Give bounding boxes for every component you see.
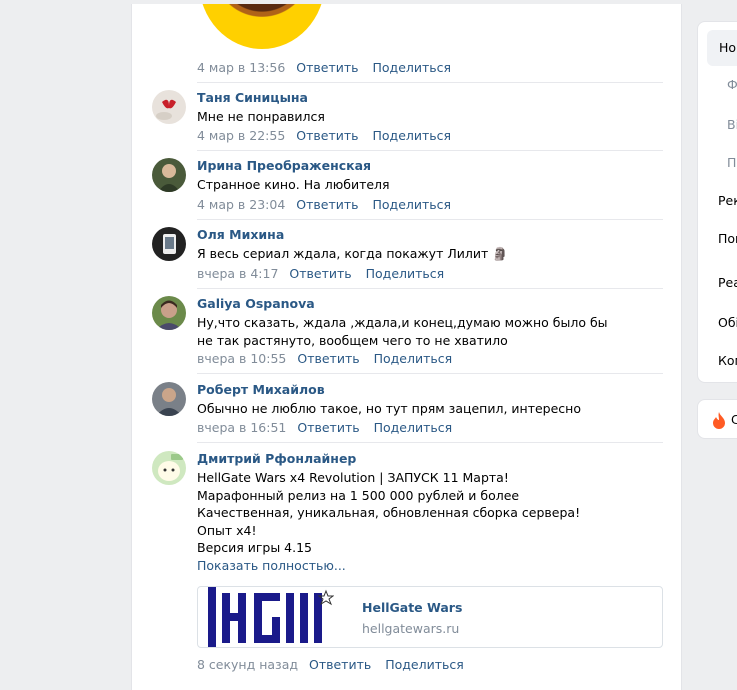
right-nav-item[interactable]: Пог bbox=[698, 228, 737, 248]
comment-text: Я весь сериал ждала, когда покажут Лилит… bbox=[197, 246, 508, 261]
avatar[interactable] bbox=[152, 382, 186, 416]
avatar[interactable] bbox=[152, 296, 186, 330]
reply-link[interactable]: Ответить bbox=[296, 60, 358, 75]
comment-meta: вчера в 4:17 Ответить Поделиться bbox=[197, 266, 444, 281]
comment-meta: 4 мар в 23:04 Ответить Поделиться bbox=[197, 197, 451, 212]
right-nav-label: Ві bbox=[727, 117, 737, 132]
show-more-link[interactable]: Показать полностью... bbox=[197, 557, 627, 575]
reply-link[interactable]: Ответить bbox=[297, 420, 359, 435]
comment-text: Ну,что сказать, ждала ,ждала,и конец,дум… bbox=[197, 315, 608, 348]
comment-date: 8 секунд назад bbox=[197, 657, 299, 672]
right-nav-panel: Ноі Ф Ві П Рек Пог Реа Обі Ком bbox=[697, 21, 737, 383]
right-nav-label: Ф bbox=[727, 77, 737, 92]
link-preview-card[interactable]: HellGate Wars hellgatewars.ru bbox=[197, 586, 663, 648]
card-title[interactable]: HellGate Wars bbox=[362, 600, 462, 615]
comment-line: Качественная, уникальная, обновленная сб… bbox=[197, 505, 581, 520]
share-link[interactable]: Поделиться bbox=[374, 420, 453, 435]
comments-feed: 4 мар в 13:56 Ответить Поделиться Таня С… bbox=[131, 4, 682, 690]
share-link[interactable]: Поделиться bbox=[366, 266, 445, 281]
right-nav-label: Рек bbox=[718, 193, 737, 208]
right-nav-item-active[interactable]: Ноі bbox=[707, 30, 737, 66]
hellgate-logo bbox=[208, 587, 335, 647]
share-link[interactable]: Поделиться bbox=[373, 128, 452, 143]
comment-meta: вчера в 16:51 Ответить Поделиться bbox=[197, 420, 452, 435]
comment-line: Марафонный релиз на 1 500 000 рублей и б… bbox=[197, 487, 520, 503]
avatar[interactable] bbox=[152, 90, 186, 124]
comment-text: Мне не понравился bbox=[197, 109, 325, 124]
comment-meta: 4 мар в 22:55 Ответить Поделиться bbox=[197, 128, 451, 143]
comment-author[interactable]: Роберт Михайлов bbox=[197, 382, 325, 397]
right-nav-label: Ком bbox=[718, 353, 737, 368]
right-nav-item[interactable]: Ві bbox=[698, 114, 737, 134]
avatar[interactable] bbox=[152, 158, 186, 192]
reply-link[interactable]: Ответить bbox=[289, 266, 351, 281]
reply-link[interactable]: Ответить bbox=[297, 351, 359, 366]
comment-author[interactable]: Ирина Преображенская bbox=[197, 158, 371, 173]
right-nav-label: Пог bbox=[718, 231, 737, 246]
comment-date: 4 мар в 23:04 bbox=[197, 197, 286, 212]
divider bbox=[197, 150, 663, 151]
share-link[interactable]: Поделиться bbox=[373, 197, 452, 212]
right-nav-item[interactable]: П bbox=[698, 152, 737, 172]
card-domain: hellgatewars.ru bbox=[362, 621, 460, 636]
comment-author[interactable]: Оля Михина bbox=[197, 227, 284, 242]
right-nav-item[interactable]: Ф bbox=[698, 74, 737, 94]
comment-date: вчера в 4:17 bbox=[197, 266, 279, 281]
divider bbox=[197, 373, 663, 374]
comment-meta: 8 секунд назад Ответить Поделиться bbox=[197, 657, 464, 672]
comment-text: Странное кино. На любителя bbox=[197, 177, 390, 192]
comment-date: вчера в 16:51 bbox=[197, 420, 287, 435]
right-trending-panel[interactable]: С bbox=[697, 399, 737, 439]
comment-date: 4 мар в 13:56 bbox=[197, 60, 286, 75]
reply-link[interactable]: Ответить bbox=[296, 197, 358, 212]
divider bbox=[197, 288, 663, 289]
comment-meta: вчера в 10:55 Ответить Поделиться bbox=[197, 351, 452, 366]
comment-author[interactable]: Дмитрий Рфонлайнер bbox=[197, 451, 356, 466]
right-nav-item[interactable]: Обі bbox=[698, 312, 737, 332]
trending-label: С bbox=[731, 412, 737, 427]
comment-date: 4 мар в 22:55 bbox=[197, 128, 286, 143]
share-link[interactable]: Поделиться bbox=[373, 60, 452, 75]
divider bbox=[197, 82, 663, 83]
comment-author[interactable]: Galiya Ospanova bbox=[197, 296, 315, 311]
right-nav-label: П bbox=[727, 155, 737, 170]
right-nav-item[interactable]: Реа bbox=[698, 272, 737, 292]
post-image-partial[interactable] bbox=[199, 4, 325, 49]
right-nav-label: Ноі bbox=[719, 40, 737, 55]
comment-text: Обычно не люблю такое, но тут прям зацеп… bbox=[197, 401, 581, 416]
divider bbox=[197, 442, 663, 443]
right-nav-item[interactable]: Рек bbox=[698, 190, 737, 210]
avatar[interactable] bbox=[152, 451, 186, 485]
share-link[interactable]: Поделиться bbox=[385, 657, 464, 672]
comment-line: Опыт x4! bbox=[197, 522, 257, 538]
right-nav-label: Реа bbox=[718, 275, 737, 290]
comment-line: HellGate Wars x4 Revolution | ЗАПУСК 11 … bbox=[197, 470, 509, 485]
comment-date: вчера в 10:55 bbox=[197, 351, 287, 366]
reply-link[interactable]: Ответить bbox=[296, 128, 358, 143]
share-link[interactable]: Поделиться bbox=[374, 351, 453, 366]
comment-text: HellGate Wars x4 Revolution | ЗАПУСК 11 … bbox=[197, 469, 627, 574]
divider bbox=[197, 219, 663, 220]
right-nav-item[interactable]: Ком bbox=[698, 350, 737, 370]
right-nav-label: Обі bbox=[718, 315, 737, 330]
comment-line: Версия игры 4.15 bbox=[197, 540, 312, 555]
reply-link[interactable]: Ответить bbox=[309, 657, 371, 672]
avatar[interactable] bbox=[152, 227, 186, 261]
comment-meta: 4 мар в 13:56 Ответить Поделиться bbox=[197, 60, 451, 75]
comment-author[interactable]: Таня Синицына bbox=[197, 90, 308, 105]
fire-icon bbox=[713, 412, 725, 429]
